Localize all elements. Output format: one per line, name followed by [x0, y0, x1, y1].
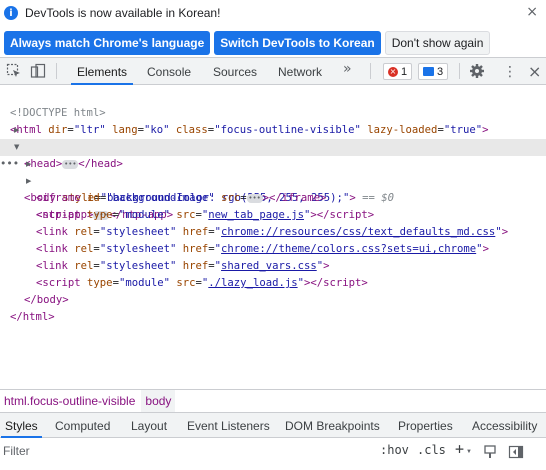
error-count: 1 [401, 65, 408, 78]
styles-filter-bar: Filter :hov .cls + ▼ [0, 439, 546, 465]
dom-node-body-selected[interactable]: ••• ▼ <body style="background-color: rgb… [0, 139, 546, 204]
expand-triangle-icon[interactable]: ▶ [14, 122, 19, 139]
new-style-rule-icon[interactable]: + [455, 440, 464, 458]
dom-node-html-close[interactable]: </html> [0, 292, 546, 323]
class-toggle-button[interactable]: .cls [417, 443, 446, 457]
toolbar-divider [56, 63, 57, 79]
breadcrumb: html.focus-outline-visible body [0, 389, 546, 412]
switch-to-korean-button[interactable]: Switch DevTools to Korean [214, 31, 381, 55]
messages-badge[interactable]: 3 [418, 63, 449, 80]
tab-elements[interactable]: Elements [70, 58, 134, 85]
dom-node-ntp-app[interactable]: ▶ <ntp-app> ••• </ntp-app> [0, 173, 546, 221]
dom-node-link[interactable]: <link rel="stylesheet" href="chrome://re… [0, 207, 546, 238]
expand-triangle-icon[interactable]: ▶ [26, 173, 31, 190]
computed-sidebar-toggle-icon[interactable] [508, 444, 524, 460]
always-match-language-button[interactable]: Always match Chrome's language [4, 31, 211, 55]
tab-computed[interactable]: Computed [55, 413, 110, 438]
info-icon: i [4, 6, 18, 20]
dom-node-doctype[interactable]: <!DOCTYPE html> [0, 88, 546, 119]
dom-node-script[interactable]: <script type="module" src="./lazy_load.j… [0, 258, 546, 289]
sidebar-tabs: Styles Computed Layout Event Listeners D… [0, 412, 546, 438]
errors-badge[interactable]: × 1 [383, 63, 413, 80]
rule-dropdown-icon[interactable]: ▼ [466, 449, 472, 455]
tab-event-listeners[interactable]: Event Listeners [187, 413, 270, 438]
dom-node-html[interactable]: <html dir="ltr" lang="ko" class="focus-o… [0, 105, 546, 136]
tab-network[interactable]: Network [278, 58, 322, 85]
tab-dom-breakpoints[interactable]: DOM Breakpoints [285, 413, 380, 438]
devtools-toolbar: Elements Console Sources Network » × 1 3… [0, 58, 546, 85]
infobar-message: DevTools is now available in Korean! [25, 6, 221, 20]
breadcrumb-html[interactable]: html.focus-outline-visible [0, 390, 139, 412]
dom-node-script[interactable]: <script type="module" src="new_tab_page.… [0, 190, 546, 221]
tab-sources[interactable]: Sources [213, 58, 257, 85]
expand-triangle-icon[interactable]: ▶ [26, 156, 31, 173]
color-format-icon[interactable] [482, 444, 498, 460]
tab-styles[interactable]: Styles [1, 413, 42, 438]
dom-node-iframe[interactable]: ▶ <iframe id="backgroundImage" src= ••• ><… [0, 156, 546, 204]
dom-node-head[interactable]: ▶ <head> ••• </head> [0, 122, 546, 170]
breadcrumb-body[interactable]: body [141, 389, 176, 412]
error-icon: × [388, 66, 398, 77]
toolbar-divider [459, 63, 460, 79]
hover-state-button[interactable]: :hov [380, 443, 409, 457]
dom-node-link[interactable]: <link rel="stylesheet" href="shared_vars… [0, 241, 546, 272]
message-count: 3 [437, 65, 444, 78]
dont-show-again-button[interactable]: Don't show again [384, 31, 491, 55]
message-icon [423, 67, 434, 76]
inspect-element-icon[interactable] [6, 63, 22, 79]
dom-tree: <!DOCTYPE html> <html dir="ltr" lang="ko… [0, 86, 546, 388]
more-tabs-chevron-icon[interactable]: » [343, 61, 352, 77]
device-toolbar-icon[interactable] [30, 63, 46, 79]
infobar-close-icon[interactable]: × [526, 4, 538, 20]
collapse-triangle-icon[interactable]: ▼ [14, 139, 19, 156]
tab-properties[interactable]: Properties [398, 413, 453, 438]
toolbar-divider [370, 63, 371, 79]
filter-input[interactable]: Filter [3, 444, 30, 458]
tab-layout[interactable]: Layout [131, 413, 167, 438]
close-devtools-icon[interactable]: × [528, 58, 541, 85]
more-options-icon[interactable]: ⋮ [503, 58, 517, 85]
language-infobar: i DevTools is now available in Korean! ×… [0, 0, 546, 58]
infobar-message-row: i DevTools is now available in Korean! [4, 4, 220, 22]
tab-console[interactable]: Console [147, 58, 191, 85]
dom-node-link[interactable]: <link rel="stylesheet" href="chrome://th… [0, 224, 546, 255]
dom-node-body-close[interactable]: </body> [0, 275, 546, 306]
tab-accessibility[interactable]: Accessibility [472, 413, 537, 438]
settings-gear-icon[interactable] [469, 63, 485, 79]
